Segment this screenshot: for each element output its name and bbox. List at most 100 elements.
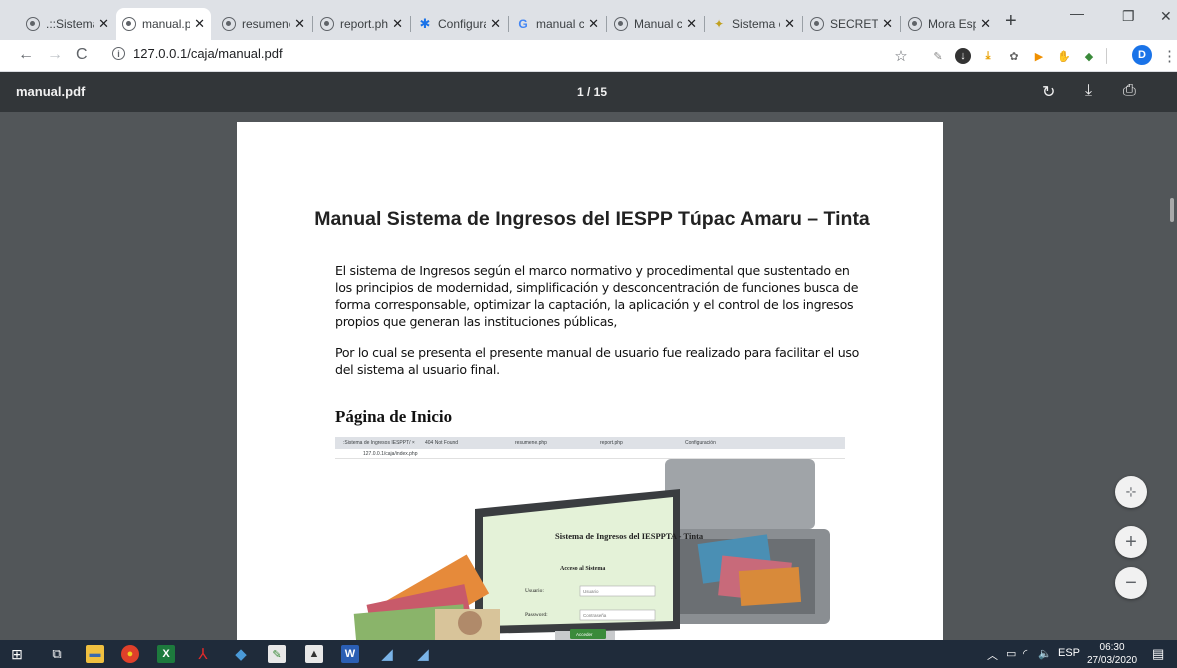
eyedropper-icon[interactable]: ✎ bbox=[930, 48, 946, 64]
tab-report[interactable]: report.ph ✕ bbox=[314, 8, 409, 40]
close-icon[interactable]: ✕ bbox=[784, 16, 795, 32]
gear-icon: ✱ bbox=[419, 16, 431, 31]
tab-separator bbox=[410, 16, 411, 32]
pdf-viewer[interactable]: Manual Sistema de Ingresos del IESPP Túp… bbox=[0, 112, 1177, 642]
globe-icon bbox=[320, 17, 334, 31]
virtualbox-icon[interactable]: ◆ bbox=[232, 645, 250, 663]
tab-label: SECRETA bbox=[830, 17, 878, 31]
zoom-in-button[interactable]: + bbox=[1115, 526, 1147, 558]
task-view-icon[interactable]: ⧉ bbox=[48, 645, 66, 663]
notifications-icon[interactable]: ▤ bbox=[1152, 646, 1164, 662]
screenshot-tab: resumene.php bbox=[515, 440, 547, 446]
close-icon[interactable]: ✕ bbox=[392, 16, 403, 32]
close-icon[interactable]: ✕ bbox=[588, 16, 599, 32]
avatar[interactable]: D bbox=[1132, 45, 1152, 65]
photos-icon[interactable]: ▲ bbox=[305, 645, 323, 663]
url-text: 127.0.0.1/caja/manual.pdf bbox=[133, 46, 283, 61]
app-icon[interactable]: ◢ bbox=[378, 645, 396, 663]
wifi-icon[interactable]: ◜ bbox=[1023, 647, 1027, 660]
tab-configuracion[interactable]: ✱ Configura ✕ bbox=[412, 8, 507, 40]
zoom-out-button[interactable]: − bbox=[1115, 567, 1147, 599]
tab-manual-c[interactable]: Manual c ✕ bbox=[608, 8, 703, 40]
battery-icon[interactable]: ▭ bbox=[1006, 647, 1016, 660]
chrome-icon[interactable]: ● bbox=[121, 645, 139, 663]
clock-time: 06:30 bbox=[1099, 642, 1125, 653]
tab-manual-pdf[interactable]: manual.p ✕ bbox=[116, 8, 211, 40]
tab-sistema[interactable]: .::Sistema ✕ bbox=[20, 8, 115, 40]
address-toolbar: ← → C i 127.0.0.1/caja/manual.pdf ☆ ✎ ↓ … bbox=[0, 40, 1177, 72]
screenshot-tab: :Sistema de Ingresos IESPPT/ × bbox=[343, 440, 415, 446]
tab-separator bbox=[900, 16, 901, 32]
login-title: Sistema de Ingresos del IESPPTA - Tinta bbox=[555, 531, 704, 541]
tab-label: manual.p bbox=[142, 17, 191, 31]
globe-icon bbox=[810, 17, 824, 31]
play-icon[interactable]: ▶ bbox=[1031, 48, 1047, 64]
paragraph-intro: El sistema de Ingresos según el marco no… bbox=[335, 263, 859, 329]
globe-icon bbox=[222, 17, 236, 31]
info-icon[interactable]: i bbox=[112, 47, 125, 60]
volume-icon[interactable]: 🔈 bbox=[1038, 647, 1052, 660]
minimize-icon[interactable]: — bbox=[1070, 5, 1084, 21]
star-icon[interactable]: ☆ bbox=[893, 48, 909, 65]
tab-separator bbox=[802, 16, 803, 32]
app-icon[interactable]: ◢ bbox=[414, 645, 432, 663]
language-indicator[interactable]: ESP bbox=[1058, 647, 1080, 659]
close-icon[interactable]: ✕ bbox=[294, 16, 305, 32]
word-icon[interactable]: W bbox=[341, 645, 359, 663]
page-indicator[interactable]: 1 / 15 bbox=[577, 85, 607, 99]
show-hidden-icons-icon[interactable]: ︿ bbox=[987, 647, 998, 663]
close-icon[interactable]: ✕ bbox=[980, 16, 991, 32]
login-subtitle: Acceso al Sistema bbox=[560, 566, 605, 572]
tab-google-manual[interactable]: G manual c ✕ bbox=[510, 8, 605, 40]
close-icon[interactable]: ✕ bbox=[882, 16, 893, 32]
globe-icon bbox=[26, 17, 40, 31]
submit-button: Acceder bbox=[576, 632, 593, 637]
acrobat-icon[interactable]: ⅄ bbox=[194, 645, 212, 663]
download-icon[interactable]: ⤓ bbox=[1085, 82, 1092, 100]
download-icon[interactable]: ⤓ bbox=[980, 48, 996, 64]
screenshot-tab: report.php bbox=[600, 440, 623, 446]
earth-icon[interactable]: ◆ bbox=[1081, 48, 1097, 64]
hand-icon[interactable]: ✋ bbox=[1056, 48, 1072, 64]
google-icon: G bbox=[518, 17, 528, 31]
file-explorer-icon[interactable]: ▬ bbox=[86, 645, 104, 663]
close-icon[interactable]: ✕ bbox=[686, 16, 697, 32]
clock[interactable]: 06:30 27/03/2020 bbox=[1087, 641, 1137, 667]
windows-start-icon[interactable]: ⊞ bbox=[8, 645, 26, 663]
close-window-icon[interactable]: ✕ bbox=[1160, 8, 1172, 25]
pdf-toolbar: manual.pdf 1 / 15 ↻ ⤓ ⎙ bbox=[0, 72, 1177, 112]
pdf-page: Manual Sistema de Ingresos del IESPP Túp… bbox=[237, 122, 943, 642]
clock-date: 27/03/2020 bbox=[1087, 655, 1138, 666]
tab-strip: .::Sistema ✕ manual.p ✕ resumene ✕ repor… bbox=[0, 0, 1177, 40]
scrollbar[interactable] bbox=[1170, 198, 1174, 222]
tab-sistema-c[interactable]: ✦ Sistema c ✕ bbox=[706, 8, 801, 40]
close-icon[interactable]: ✕ bbox=[194, 16, 205, 32]
extension-icon[interactable]: ✿ bbox=[1006, 48, 1022, 64]
excel-icon[interactable]: X bbox=[157, 645, 175, 663]
restore-icon[interactable]: ❐ bbox=[1122, 8, 1135, 25]
download-manager-icon[interactable]: ↓ bbox=[955, 48, 971, 64]
close-icon[interactable]: ✕ bbox=[98, 16, 109, 32]
print-icon[interactable]: ⎙ bbox=[1123, 82, 1136, 100]
pass-input: Contraseña bbox=[583, 613, 607, 618]
fit-page-icon[interactable]: ⊹ bbox=[1115, 476, 1147, 508]
embedded-screenshot: :Sistema de Ingresos IESPPT/ × 404 Not F… bbox=[335, 437, 845, 642]
tab-mora[interactable]: Mora Esp ✕ bbox=[902, 8, 997, 40]
reload-icon[interactable]: C bbox=[76, 46, 88, 64]
back-icon[interactable]: ← bbox=[18, 46, 34, 64]
tab-label: Sistema c bbox=[732, 17, 781, 31]
user-input: Usuario bbox=[583, 589, 599, 594]
tab-secretaria[interactable]: SECRETA ✕ bbox=[804, 8, 899, 40]
rotate-icon[interactable]: ↻ bbox=[1042, 82, 1055, 102]
menu-icon[interactable]: ⋮ bbox=[1162, 47, 1177, 65]
tab-label: manual c bbox=[536, 17, 585, 31]
forward-icon[interactable]: → bbox=[47, 46, 63, 64]
close-icon[interactable]: ✕ bbox=[490, 16, 501, 32]
tab-label: Mora Esp bbox=[928, 17, 977, 31]
new-tab-button[interactable]: + bbox=[1005, 10, 1017, 33]
address-bar[interactable]: i 127.0.0.1/caja/manual.pdf bbox=[112, 46, 283, 61]
pass-label: Password: bbox=[525, 612, 548, 618]
editor-icon[interactable]: ✎ bbox=[268, 645, 286, 663]
screenshot-tabstrip: :Sistema de Ingresos IESPPT/ × 404 Not F… bbox=[335, 437, 845, 449]
tab-resumene[interactable]: resumene ✕ bbox=[216, 8, 311, 40]
